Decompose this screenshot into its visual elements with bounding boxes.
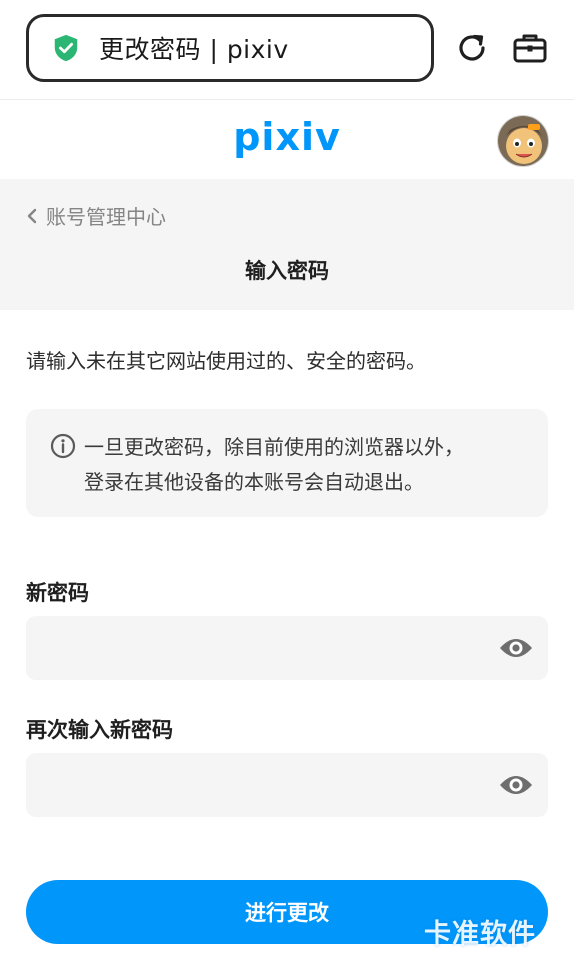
nav-band: 账号管理中心 输入密码 (0, 179, 574, 310)
chevron-left-icon (27, 208, 37, 223)
shield-check-icon (54, 34, 78, 62)
site-header: pixiv (0, 101, 574, 179)
toolbox-icon[interactable] (510, 28, 550, 68)
page-title: 输入密码 (245, 259, 329, 283)
pixiv-logo[interactable]: pixiv (0, 115, 574, 159)
notice-line-2: 登录在其他设备的本账号会自动退出。 (84, 470, 424, 494)
watermark: 卡准软件 (424, 919, 536, 950)
new-password-input[interactable] (26, 616, 548, 680)
page-title-url: 更改密码 | pixiv (99, 35, 289, 64)
info-icon (50, 433, 76, 459)
notice-line-1: 一旦更改密码，除目前使用的浏览器以外， (84, 435, 464, 459)
intro-text: 请输入未在其它网站使用过的、安全的密码。 (26, 349, 426, 373)
user-avatar[interactable] (497, 115, 549, 167)
back-to-account-center-link[interactable]: 账号管理中心 (26, 201, 166, 230)
reload-icon[interactable] (452, 28, 492, 68)
address-bar[interactable]: 更改密码 | pixiv (26, 14, 434, 82)
confirm-password-label: 再次输入新密码 (26, 718, 173, 742)
avatar-image (498, 116, 548, 166)
eye-icon[interactable] (498, 634, 534, 662)
confirm-password-input[interactable] (26, 753, 548, 817)
browser-toolbar: 更改密码 | pixiv (0, 0, 574, 100)
eye-icon[interactable] (498, 771, 534, 799)
new-password-label: 新密码 (26, 581, 89, 605)
back-link-label: 账号管理中心 (46, 205, 166, 229)
notice-box: 一旦更改密码，除目前使用的浏览器以外， 登录在其他设备的本账号会自动退出。 (26, 409, 548, 517)
